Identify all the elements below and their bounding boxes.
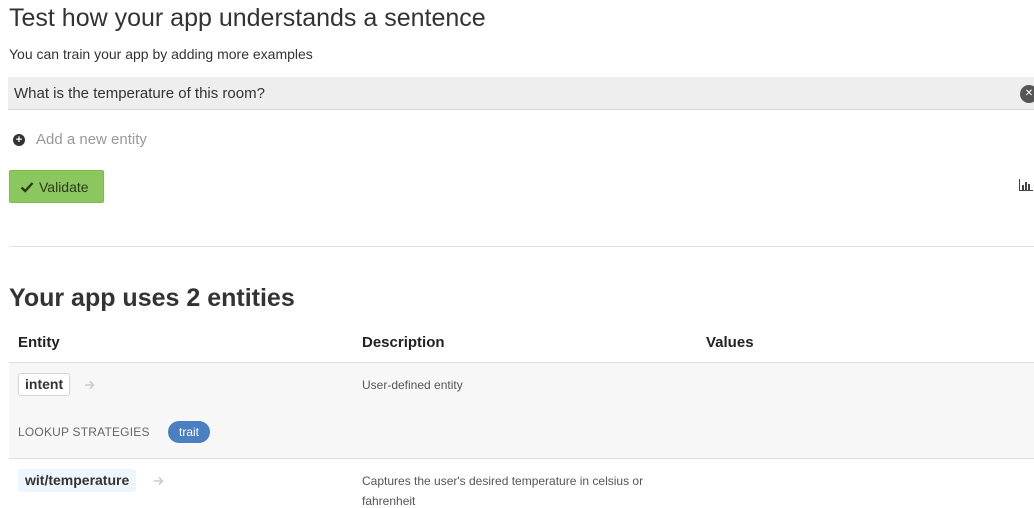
- table-row: intent User-defined entity LOOKUP STRATE…: [9, 363, 1034, 459]
- trait-badge: trait: [168, 421, 211, 443]
- column-header-description: Description: [362, 334, 445, 351]
- sentence-box: ✕: [8, 77, 1034, 110]
- table-row: wit/temperature Captures the user's desi…: [9, 459, 1034, 508]
- close-circle-icon[interactable]: ✕: [1020, 85, 1034, 103]
- page-title: Test how your app understands a sentence: [9, 4, 486, 32]
- entities-table: Entity Description Values intent User-de…: [9, 325, 1034, 508]
- entity-link-wit-temperature[interactable]: wit/temperature: [18, 469, 137, 492]
- page-subtitle: You can train your app by adding more ex…: [9, 46, 313, 62]
- entities-title: Your app uses 2 entities: [9, 284, 295, 312]
- bar-chart-icon[interactable]: [1019, 179, 1033, 191]
- add-entity-button[interactable]: + Add a new entity: [13, 131, 147, 148]
- entity-link-intent[interactable]: intent: [18, 373, 71, 396]
- entity-description: Captures the user's desired temperature …: [362, 474, 644, 508]
- lookup-strategies-label: LOOKUP STRATEGIES: [18, 425, 150, 439]
- check-icon: [20, 181, 34, 193]
- column-header-entity: Entity: [18, 334, 60, 351]
- table-header: Entity Description Values: [9, 325, 1034, 363]
- sentence-input[interactable]: [8, 77, 1008, 110]
- arrow-right-icon: [154, 476, 164, 486]
- column-header-values: Values: [706, 334, 754, 351]
- arrow-right-icon: [85, 380, 95, 390]
- wit-app-page: Test how your app understands a sentence…: [0, 0, 1034, 508]
- plus-circle-icon: +: [13, 133, 25, 146]
- entity-description: User-defined entity: [362, 378, 463, 392]
- validate-button[interactable]: Validate: [9, 170, 104, 203]
- validate-label: Validate: [39, 178, 89, 195]
- section-divider: [9, 246, 1034, 247]
- add-entity-label: Add a new entity: [36, 131, 147, 148]
